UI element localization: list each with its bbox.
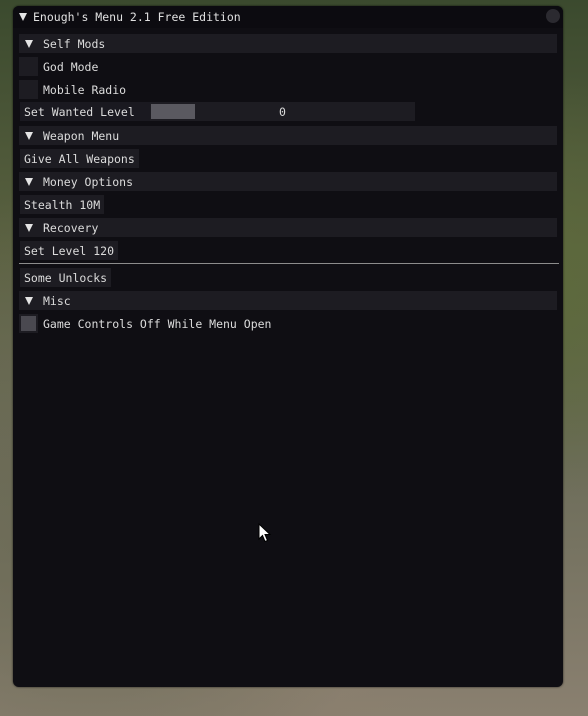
mobile-radio-label: Mobile Radio bbox=[43, 82, 127, 97]
collapse-triangle-icon[interactable] bbox=[19, 13, 27, 21]
game-controls-checkbox[interactable] bbox=[19, 314, 38, 333]
menu-window: Enough's Menu 2.1 Free Edition Self Mods… bbox=[13, 6, 563, 687]
give-all-weapons-button[interactable]: Give All Weapons bbox=[20, 149, 139, 168]
checkbox-fill bbox=[21, 316, 36, 331]
mobile-radio-row[interactable]: Mobile Radio bbox=[19, 80, 126, 99]
game-controls-label: Game Controls Off While Menu Open bbox=[43, 316, 272, 331]
section-header-money-options[interactable]: Money Options bbox=[19, 172, 557, 191]
separator bbox=[19, 263, 559, 264]
mobile-radio-checkbox[interactable] bbox=[19, 80, 38, 99]
triangle-down-icon bbox=[25, 223, 33, 232]
section-header-recovery[interactable]: Recovery bbox=[19, 218, 557, 237]
wanted-level-value: 0 bbox=[279, 104, 286, 119]
triangle-down-icon bbox=[25, 131, 33, 140]
close-icon[interactable] bbox=[546, 9, 560, 23]
section-label: Recovery bbox=[43, 220, 99, 235]
some-unlocks-button[interactable]: Some Unlocks bbox=[20, 268, 112, 287]
wanted-level-slider[interactable]: 0 bbox=[150, 102, 415, 121]
section-label: Misc bbox=[43, 293, 71, 308]
wanted-level-control: Set Wanted Level 0 bbox=[20, 102, 415, 121]
section-header-weapon-menu[interactable]: Weapon Menu bbox=[19, 126, 557, 145]
god-mode-row[interactable]: God Mode bbox=[19, 57, 98, 76]
window-titlebar[interactable]: Enough's Menu 2.1 Free Edition bbox=[13, 6, 563, 28]
window-title: Enough's Menu 2.1 Free Edition bbox=[33, 10, 241, 24]
stealth-10m-button[interactable]: Stealth 10M bbox=[20, 195, 105, 214]
triangle-down-icon bbox=[25, 39, 33, 48]
triangle-down-icon bbox=[25, 177, 33, 186]
god-mode-checkbox[interactable] bbox=[19, 57, 38, 76]
mouse-cursor-icon bbox=[258, 523, 272, 543]
god-mode-label: God Mode bbox=[43, 59, 99, 74]
section-header-self-mods[interactable]: Self Mods bbox=[19, 34, 557, 53]
section-label: Self Mods bbox=[43, 36, 106, 51]
triangle-down-icon bbox=[25, 296, 33, 305]
section-label: Weapon Menu bbox=[43, 128, 120, 143]
section-header-misc[interactable]: Misc bbox=[19, 291, 557, 310]
section-label: Money Options bbox=[43, 174, 134, 189]
game-controls-row[interactable]: Game Controls Off While Menu Open bbox=[19, 314, 271, 333]
wanted-level-label: Set Wanted Level bbox=[24, 104, 135, 119]
set-level-120-button[interactable]: Set Level 120 bbox=[20, 241, 119, 260]
